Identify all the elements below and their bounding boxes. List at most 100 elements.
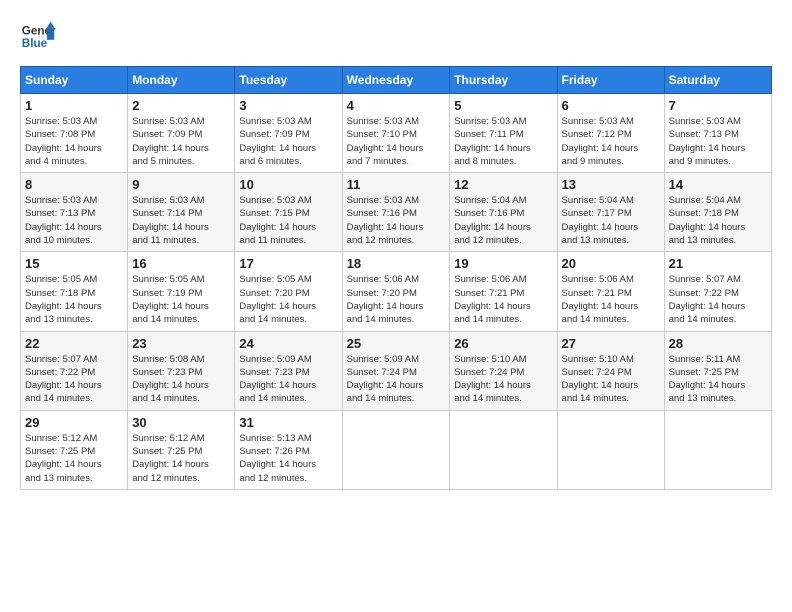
day-info: Sunrise: 5:04 AMSunset: 7:17 PMDaylight:… [562,194,660,247]
calendar-cell: 29 Sunrise: 5:12 AMSunset: 7:25 PMDayligh… [21,410,128,489]
day-info: Sunrise: 5:03 AMSunset: 7:09 PMDaylight:… [239,115,337,168]
day-number: 1 [25,98,123,113]
calendar-cell: 17Sunrise: 5:05 AMSunset: 7:20 PMDayligh… [235,252,342,331]
calendar-week-row: 29 Sunrise: 5:12 AMSunset: 7:25 PMDayligh… [21,410,772,489]
calendar-cell: 8Sunrise: 5:03 AMSunset: 7:13 PMDaylight… [21,173,128,252]
day-number: 30 [132,415,230,430]
header-thursday: Thursday [450,67,557,94]
day-number: 27 [562,336,660,351]
calendar-cell: 10 Sunrise: 5:03 AMSunset: 7:15 PMDayligh… [235,173,342,252]
day-number: 14 [669,177,767,192]
day-number: 20 [562,256,660,271]
day-number: 5 [454,98,552,113]
day-info: Sunrise: 5:06 AMSunset: 7:21 PMDaylight:… [454,273,552,326]
calendar-cell: 22Sunrise: 5:07 AMSunset: 7:22 PMDayligh… [21,331,128,410]
logo-icon: General Blue [20,20,56,56]
day-number: 26 [454,336,552,351]
day-info: Sunrise: 5:08 AMSunset: 7:23 PMDaylight:… [132,353,230,406]
day-info: Sunrise: 5:03 AMSunset: 7:16 PMDaylight:… [347,194,446,247]
day-number: 28 [669,336,767,351]
day-info: Sunrise: 5:04 AMSunset: 7:18 PMDaylight:… [669,194,767,247]
day-info: Sunrise: 5:12 AMSunset: 7:25 PMDaylight:… [25,432,123,485]
calendar-cell: 24 Sunrise: 5:09 AMSunset: 7:23 PMDayligh… [235,331,342,410]
calendar-cell: 25 Sunrise: 5:09 AMSunset: 7:24 PMDayligh… [342,331,450,410]
day-number: 7 [669,98,767,113]
header-saturday: Saturday [664,67,771,94]
day-info: Sunrise: 5:05 AMSunset: 7:19 PMDaylight:… [132,273,230,326]
page-header: General Blue [20,20,772,56]
day-number: 9 [132,177,230,192]
day-info: Sunrise: 5:11 AMSunset: 7:25 PMDaylight:… [669,353,767,406]
day-number: 21 [669,256,767,271]
calendar-cell: 11 Sunrise: 5:03 AMSunset: 7:16 PMDayligh… [342,173,450,252]
day-info: Sunrise: 5:03 AMSunset: 7:09 PMDaylight:… [132,115,230,168]
calendar-cell [342,410,450,489]
day-info: Sunrise: 5:03 AMSunset: 7:13 PMDaylight:… [669,115,767,168]
day-number: 15 [25,256,123,271]
calendar-cell: 23 Sunrise: 5:08 AMSunset: 7:23 PMDayligh… [128,331,235,410]
day-number: 24 [239,336,337,351]
day-info: Sunrise: 5:09 AMSunset: 7:23 PMDaylight:… [239,353,337,406]
day-number: 8 [25,177,123,192]
header-sunday: Sunday [21,67,128,94]
calendar-week-row: 15 Sunrise: 5:05 AMSunset: 7:18 PMDayligh… [21,252,772,331]
day-info: Sunrise: 5:10 AMSunset: 7:24 PMDaylight:… [454,353,552,406]
calendar-cell [450,410,557,489]
day-info: Sunrise: 5:12 AMSunset: 7:25 PMDaylight:… [132,432,230,485]
day-number: 6 [562,98,660,113]
calendar-cell: 7 Sunrise: 5:03 AMSunset: 7:13 PMDaylight… [664,94,771,173]
header-wednesday: Wednesday [342,67,450,94]
calendar-cell: 1 Sunrise: 5:03 AMSunset: 7:08 PMDaylight… [21,94,128,173]
svg-text:Blue: Blue [22,37,48,50]
day-number: 29 [25,415,123,430]
calendar-week-row: 1 Sunrise: 5:03 AMSunset: 7:08 PMDaylight… [21,94,772,173]
calendar-cell: 28 Sunrise: 5:11 AMSunset: 7:25 PMDayligh… [664,331,771,410]
calendar-cell: 20 Sunrise: 5:06 AMSunset: 7:21 PMDayligh… [557,252,664,331]
calendar-cell: 26 Sunrise: 5:10 AMSunset: 7:24 PMDayligh… [450,331,557,410]
day-number: 4 [347,98,446,113]
day-info: Sunrise: 5:03 AMSunset: 7:08 PMDaylight:… [25,115,123,168]
day-number: 19 [454,256,552,271]
day-info: Sunrise: 5:10 AMSunset: 7:24 PMDaylight:… [562,353,660,406]
day-number: 23 [132,336,230,351]
day-info: Sunrise: 5:07 AMSunset: 7:22 PMDaylight:… [669,273,767,326]
calendar-cell: 3Sunrise: 5:03 AMSunset: 7:09 PMDaylight… [235,94,342,173]
day-number: 16 [132,256,230,271]
day-info: Sunrise: 5:03 AMSunset: 7:15 PMDaylight:… [239,194,337,247]
calendar-cell: 4 Sunrise: 5:03 AMSunset: 7:10 PMDaylight… [342,94,450,173]
day-info: Sunrise: 5:06 AMSunset: 7:20 PMDaylight:… [347,273,446,326]
calendar-cell: 2 Sunrise: 5:03 AMSunset: 7:09 PMDaylight… [128,94,235,173]
calendar-cell: 18 Sunrise: 5:06 AMSunset: 7:20 PMDayligh… [342,252,450,331]
day-info: Sunrise: 5:03 AMSunset: 7:12 PMDaylight:… [562,115,660,168]
day-info: Sunrise: 5:03 AMSunset: 7:11 PMDaylight:… [454,115,552,168]
day-info: Sunrise: 5:03 AMSunset: 7:10 PMDaylight:… [347,115,446,168]
calendar-cell: 27 Sunrise: 5:10 AMSunset: 7:24 PMDayligh… [557,331,664,410]
calendar-cell: 9Sunrise: 5:03 AMSunset: 7:14 PMDaylight… [128,173,235,252]
day-info: Sunrise: 5:05 AMSunset: 7:18 PMDaylight:… [25,273,123,326]
day-info: Sunrise: 5:09 AMSunset: 7:24 PMDaylight:… [347,353,446,406]
calendar-cell: 15 Sunrise: 5:05 AMSunset: 7:18 PMDayligh… [21,252,128,331]
day-number: 13 [562,177,660,192]
calendar-cell: 30 Sunrise: 5:12 AMSunset: 7:25 PMDayligh… [128,410,235,489]
calendar-cell: 19 Sunrise: 5:06 AMSunset: 7:21 PMDayligh… [450,252,557,331]
calendar-cell: 6 Sunrise: 5:03 AMSunset: 7:12 PMDaylight… [557,94,664,173]
day-info: Sunrise: 5:04 AMSunset: 7:16 PMDaylight:… [454,194,552,247]
calendar-cell: 13 Sunrise: 5:04 AMSunset: 7:17 PMDayligh… [557,173,664,252]
day-number: 22 [25,336,123,351]
day-number: 2 [132,98,230,113]
day-number: 25 [347,336,446,351]
calendar-table: Sunday Monday Tuesday Wednesday Thursday… [20,66,772,490]
header-tuesday: Tuesday [235,67,342,94]
day-info: Sunrise: 5:05 AMSunset: 7:20 PMDaylight:… [239,273,337,326]
day-info: Sunrise: 5:06 AMSunset: 7:21 PMDaylight:… [562,273,660,326]
calendar-cell: 21 Sunrise: 5:07 AMSunset: 7:22 PMDayligh… [664,252,771,331]
calendar-cell: 14 Sunrise: 5:04 AMSunset: 7:18 PMDayligh… [664,173,771,252]
day-number: 12 [454,177,552,192]
day-number: 31 [239,415,337,430]
day-number: 10 [239,177,337,192]
day-number: 18 [347,256,446,271]
calendar-cell: 5 Sunrise: 5:03 AMSunset: 7:11 PMDaylight… [450,94,557,173]
day-number: 11 [347,177,446,192]
calendar-header-row: Sunday Monday Tuesday Wednesday Thursday… [21,67,772,94]
calendar-cell [557,410,664,489]
